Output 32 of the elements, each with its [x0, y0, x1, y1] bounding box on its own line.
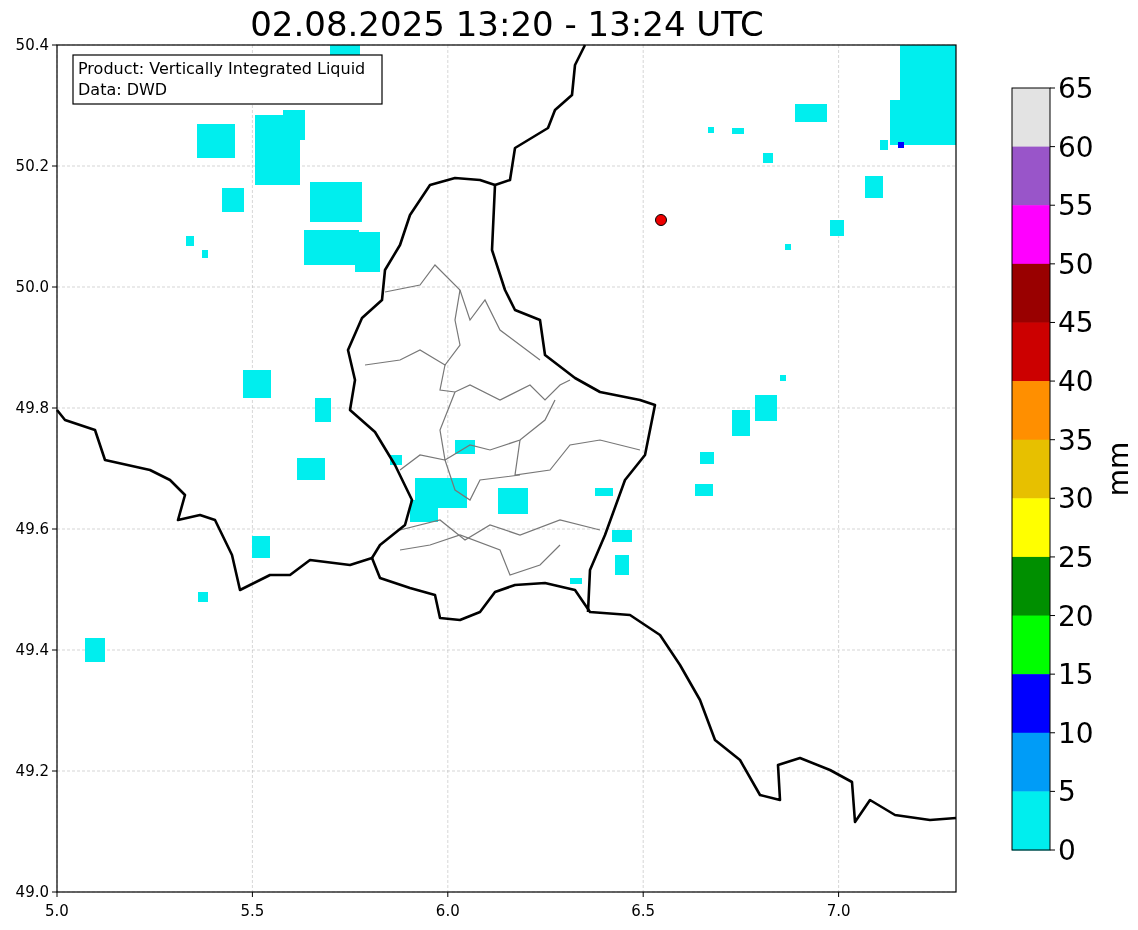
- x-tick-label: 6.0: [435, 902, 460, 920]
- x-tick-label: 7.0: [826, 902, 851, 920]
- colorbar-tick-label: 0: [1058, 834, 1076, 867]
- colorbar-tick-label: 55: [1058, 189, 1094, 223]
- colorbar-tick-label: 65: [1058, 72, 1094, 105]
- colorbar-tick-label: 60: [1058, 130, 1094, 164]
- colorbar-tick-label: 35: [1058, 423, 1094, 457]
- colorbar-tick-label: 45: [1058, 306, 1094, 340]
- colorbar-tick-label: 20: [1058, 599, 1094, 633]
- chart-title: 02.08.2025 13:20 - 13:24 UTC: [250, 4, 764, 44]
- x-tick-label: 5.0: [45, 902, 69, 920]
- y-tick-label: 50.4: [15, 36, 49, 54]
- y-tick-label: 50.0: [15, 278, 49, 296]
- colorbar-tick-label: 30: [1058, 482, 1094, 516]
- location-marker: [655, 214, 667, 226]
- y-tick-label: 49.8: [15, 399, 49, 417]
- colorbar-tick-label: 40: [1058, 365, 1094, 399]
- annotation-text: Product: Vertically Integrated Liquid: [78, 59, 366, 78]
- y-tick-label: 49.0: [15, 883, 49, 901]
- colorbar-tick-label: 15: [1058, 658, 1094, 692]
- y-tick-label: 49.6: [15, 520, 49, 538]
- y-tick-label: 49.2: [15, 762, 49, 780]
- colorbar-tick-label: 10: [1058, 716, 1094, 750]
- annotation-text: Data: DWD: [78, 80, 168, 99]
- colorbar-label: mm: [1102, 441, 1135, 497]
- y-tick-label: 49.4: [15, 641, 49, 659]
- y-tick-label: 50.2: [15, 157, 49, 175]
- x-tick-label: 5.5: [240, 902, 265, 920]
- colorbar-tick-label: 25: [1058, 540, 1094, 574]
- x-tick-label: 6.5: [631, 902, 656, 920]
- colorbar-tick-label: 5: [1058, 775, 1076, 809]
- colorbar-tick-label: 50: [1058, 247, 1094, 281]
